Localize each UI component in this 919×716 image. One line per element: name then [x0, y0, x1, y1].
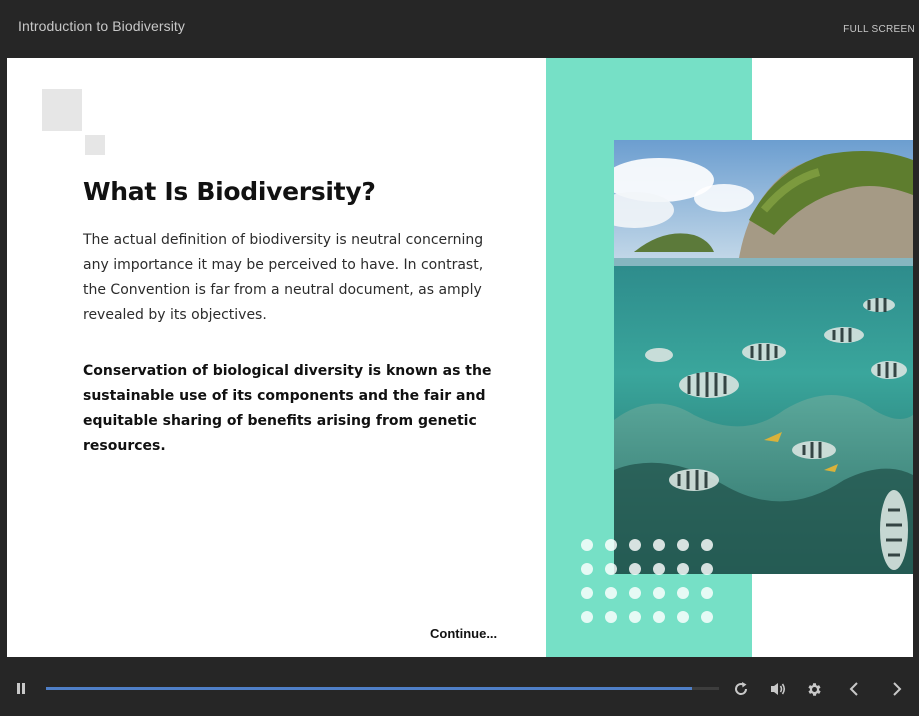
dot — [629, 611, 641, 623]
dot — [581, 611, 593, 623]
dot — [653, 539, 665, 551]
progress-bar[interactable] — [46, 687, 719, 690]
dot — [653, 587, 665, 599]
slide-content: What Is Biodiversity? The actual definit… — [7, 58, 913, 657]
dot — [581, 539, 593, 551]
decorative-square — [42, 89, 82, 131]
coral-reef-photo — [614, 140, 913, 574]
dot — [581, 563, 593, 575]
dot — [653, 563, 665, 575]
fullscreen-button[interactable]: FULL SCREEN — [843, 24, 915, 35]
dot — [629, 563, 641, 575]
decorative-square-small — [85, 135, 105, 155]
dot — [677, 587, 689, 599]
dot — [581, 587, 593, 599]
dot — [701, 563, 713, 575]
dot — [653, 611, 665, 623]
bold-paragraph: Conservation of biological diversity is … — [83, 363, 492, 454]
decorative-dot-grid — [581, 539, 731, 629]
course-title: Introduction to Biodiversity — [18, 18, 185, 34]
dot — [605, 611, 617, 623]
dot — [701, 539, 713, 551]
dot — [677, 539, 689, 551]
dot — [605, 587, 617, 599]
pause-icon[interactable] — [14, 681, 28, 695]
chevron-right-icon[interactable] — [890, 681, 904, 697]
dot — [677, 563, 689, 575]
dot — [605, 563, 617, 575]
player-controls — [0, 657, 919, 716]
volume-icon[interactable] — [769, 681, 787, 697]
chevron-left-icon[interactable] — [847, 681, 861, 697]
dot — [629, 539, 641, 551]
slide-heading: What Is Biodiversity? — [83, 177, 376, 206]
progress-fill — [46, 687, 693, 690]
dot — [677, 611, 689, 623]
continue-button[interactable]: Continue... — [430, 626, 497, 641]
replay-icon[interactable] — [733, 681, 749, 697]
dot — [701, 611, 713, 623]
dot — [701, 587, 713, 599]
dot — [605, 539, 617, 551]
dot — [629, 587, 641, 599]
top-bar: Introduction to Biodiversity FULL SCREEN — [0, 0, 919, 58]
gear-icon[interactable] — [806, 681, 823, 698]
body-paragraph: The actual definition of biodiversity is… — [83, 232, 484, 323]
